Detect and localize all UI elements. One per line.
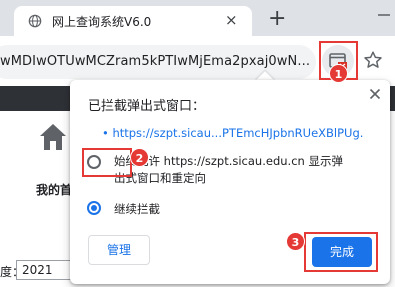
step-badge-2: 2: [130, 148, 149, 167]
bookmark-star-icon[interactable]: [362, 49, 384, 71]
highlight-done-button: [304, 232, 378, 272]
home-icon[interactable]: [38, 122, 68, 152]
step-badge-3: 3: [286, 232, 305, 251]
tab-strip: 网上查询系统V6.0 × +: [0, 0, 395, 36]
minimize-icon[interactable]: [372, 0, 395, 30]
globe-icon: [28, 14, 42, 28]
url-text[interactable]: wMDIwOTUwMCZram5kPTIwMjEma2pxaj0wN...: [0, 54, 310, 69]
block-popups-label[interactable]: 继续拦截: [114, 201, 160, 217]
year-field[interactable]: 2021: [16, 260, 72, 280]
home-label[interactable]: 我的首: [36, 181, 72, 198]
dialog-title: 已拦截弹出式窗口：: [88, 99, 206, 114]
tab-title: 网上查询系统V6.0: [52, 15, 152, 29]
browser-tab[interactable]: 网上查询系统V6.0 ×: [14, 6, 252, 36]
blocked-popup-link[interactable]: • https://szpt.sicau...PTEmcHJpbnRUeXBlP…: [102, 126, 363, 140]
close-icon[interactable]: [366, 85, 384, 103]
new-tab-button[interactable]: +: [268, 8, 286, 30]
manage-button[interactable]: 管理: [88, 235, 150, 265]
tab-close-button[interactable]: ×: [225, 11, 238, 29]
step-badge-1: 1: [329, 64, 348, 83]
blocked-popup-url: https://szpt.sicau...PTEmcHJpbnRUeXBlPUg…: [112, 126, 364, 140]
block-popups-radio[interactable]: [87, 201, 101, 215]
highlight-allow-radio: [82, 148, 132, 177]
